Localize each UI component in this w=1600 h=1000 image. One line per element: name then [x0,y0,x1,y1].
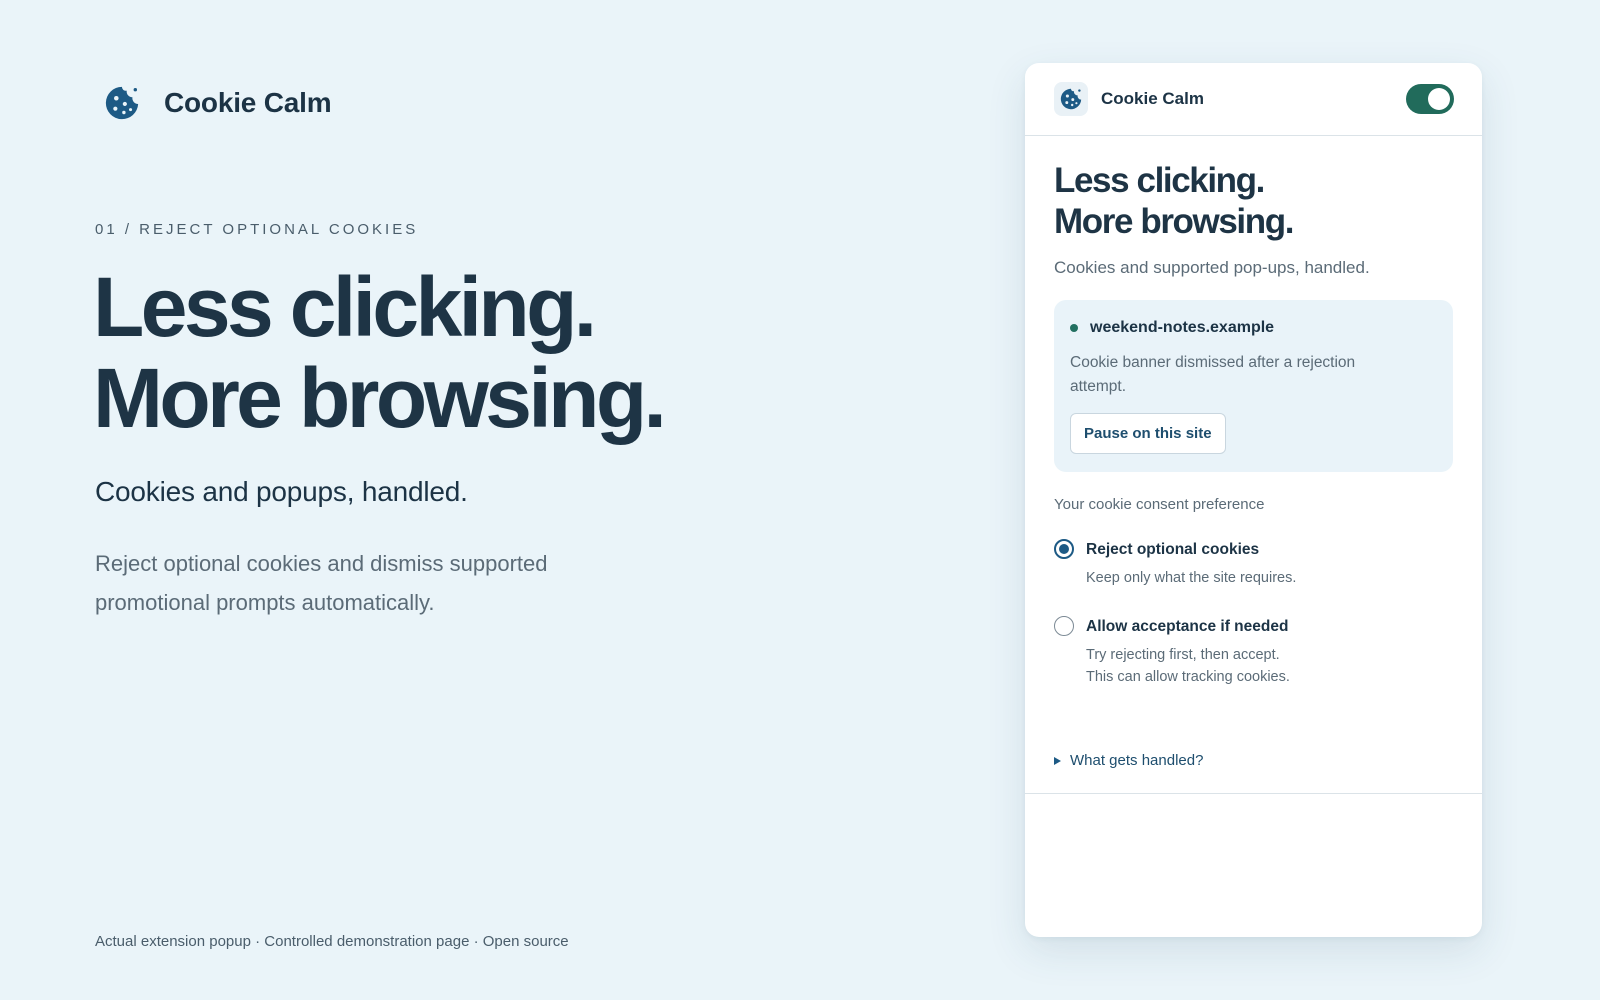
site-status-message: Cookie banner dismissed after a rejectio… [1070,354,1356,395]
hero-subtitle: Cookies and popups, handled. [95,476,468,507]
hero-title-line-2: More browsing. [93,351,667,445]
option-allow-acceptance[interactable]: Allow acceptance if needed Try rejecting… [1054,616,1453,688]
popup-divider [1025,793,1482,794]
cookie-icon [105,86,139,120]
option-text: Allow acceptance if needed Try rejecting… [1086,618,1290,688]
option-text: Reject optional cookies Keep only what t… [1086,541,1296,589]
popup-title-line-2: More browsing. [1054,202,1294,241]
popup-app-name: Cookie Calm [1101,89,1204,108]
pause-on-site-button[interactable]: Pause on this site [1070,413,1226,454]
reject-optional-radio[interactable] [1054,539,1074,559]
consent-preference-label: Your cookie consent preference [1054,496,1265,513]
option-title: Reject optional cookies [1086,541,1260,558]
cookie-icon [1060,88,1082,110]
option-description: Keep only what the site requires. [1086,567,1296,589]
option-reject-optional[interactable]: Reject optional cookies Keep only what t… [1054,539,1453,589]
brand: Cookie Calm [103,84,332,122]
allow-acceptance-radio[interactable] [1054,616,1074,636]
popup-title-line-1: Less clicking. [1054,161,1265,200]
popup-logo [1054,82,1088,116]
popup-subtitle: Cookies and supported pop-ups, handled. [1054,258,1370,277]
toggle-knob [1428,88,1450,110]
footnote: Actual extension popup · Controlled demo… [95,933,569,950]
hero-description: Reject optional cookies and dismiss supp… [95,551,548,615]
extension-popup: Cookie Calm Less clicking. More browsing… [1025,63,1482,937]
option-title: Allow acceptance if needed [1086,618,1289,635]
disclosure-triangle-icon [1054,756,1061,765]
site-domain: weekend-notes.example [1090,319,1275,336]
option-description: Try rejecting first, then accept. This c… [1086,644,1290,688]
hero-title-line-1: Less clicking. [93,260,597,354]
page: Cookie Calm 01 / REJECT OPTIONAL COOKIES… [0,0,1600,1000]
site-row: weekend-notes.example [1070,319,1437,337]
brand-name: Cookie Calm [164,87,332,118]
option-description-line: This can allow tracking cookies. [1086,669,1290,685]
popup-header: Cookie Calm [1025,63,1482,136]
section-eyebrow: 01 / REJECT OPTIONAL COOKIES [95,221,419,238]
popup-body: Less clicking. More browsing. Cookies an… [1025,160,1482,769]
option-description-line: Keep only what the site requires. [1086,570,1297,586]
current-site-card: weekend-notes.example Cookie banner dism… [1054,300,1453,472]
option-description-line: Try rejecting first, then accept. [1086,647,1280,663]
disclosure-label: What gets handled? [1070,752,1204,769]
site-status-dot [1070,324,1078,332]
hero-title: Less clicking. More browsing. [93,262,853,444]
what-gets-handled-disclosure[interactable]: What gets handled? [1054,752,1453,769]
popup-title: Less clicking. More browsing. [1054,160,1453,242]
extension-enabled-toggle[interactable] [1406,84,1454,114]
